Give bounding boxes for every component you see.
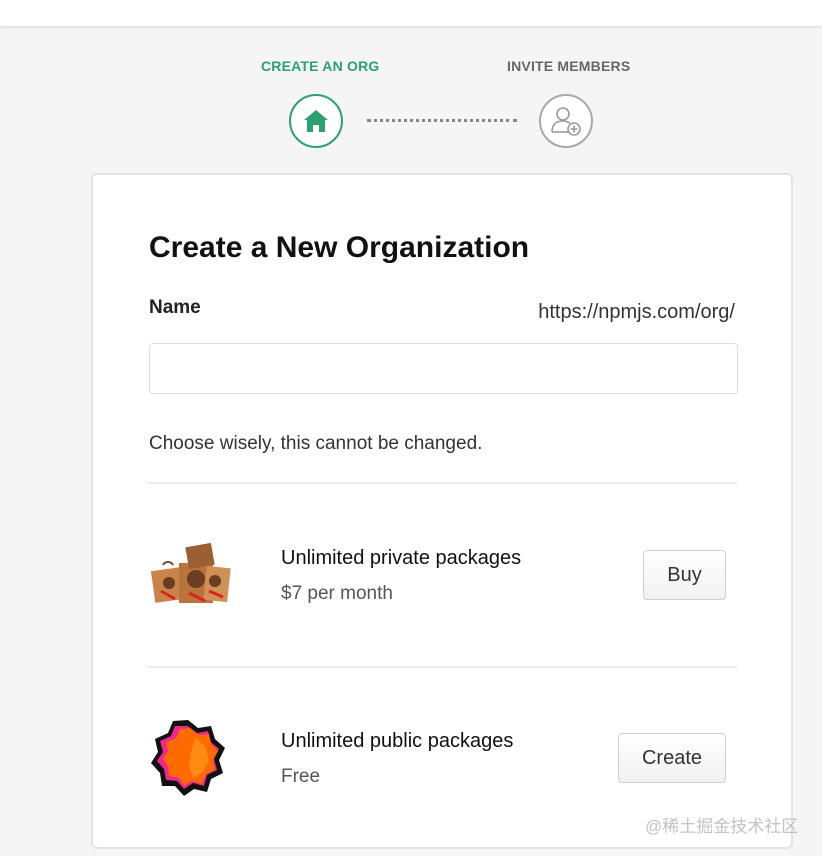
- step-invite-members[interactable]: [539, 94, 593, 148]
- buy-button[interactable]: Buy: [643, 550, 726, 600]
- plan-row-public: Unlimited public packages Free Create: [93, 708, 791, 808]
- plan-title-private: Unlimited private packages: [281, 547, 522, 569]
- packages-illustration: [150, 542, 231, 603]
- org-name-input[interactable]: [149, 343, 738, 394]
- name-hint: Choose wisely, this cannot be changed.: [149, 433, 483, 454]
- badge-illustration: [151, 720, 225, 796]
- page-title: Create a New Organization: [149, 231, 530, 264]
- top-bar: [0, 0, 822, 26]
- plan-title-public: Unlimited public packages: [281, 730, 514, 752]
- step-label-create-org: CREATE AN ORG: [261, 58, 380, 74]
- create-button[interactable]: Create: [618, 733, 726, 783]
- add-user-icon: [551, 107, 581, 136]
- name-label: Name: [149, 297, 201, 318]
- house-icon: [304, 110, 328, 132]
- watermark: @稀土掘金技术社区: [645, 817, 799, 836]
- divider: [147, 666, 737, 668]
- divider: [147, 482, 737, 484]
- step-create-org[interactable]: [289, 94, 343, 148]
- plan-price-public: Free: [281, 766, 321, 787]
- create-org-card: Create a New Organization Name https://n…: [91, 173, 793, 849]
- plan-row-private: Unlimited private packages $7 per month …: [93, 525, 791, 625]
- org-url-prefix: https://npmjs.com/org/: [538, 301, 735, 323]
- step-label-invite-members: INVITE MEMBERS: [507, 58, 631, 74]
- step-connector: [367, 119, 517, 122]
- plan-price-private: $7 per month: [281, 583, 393, 604]
